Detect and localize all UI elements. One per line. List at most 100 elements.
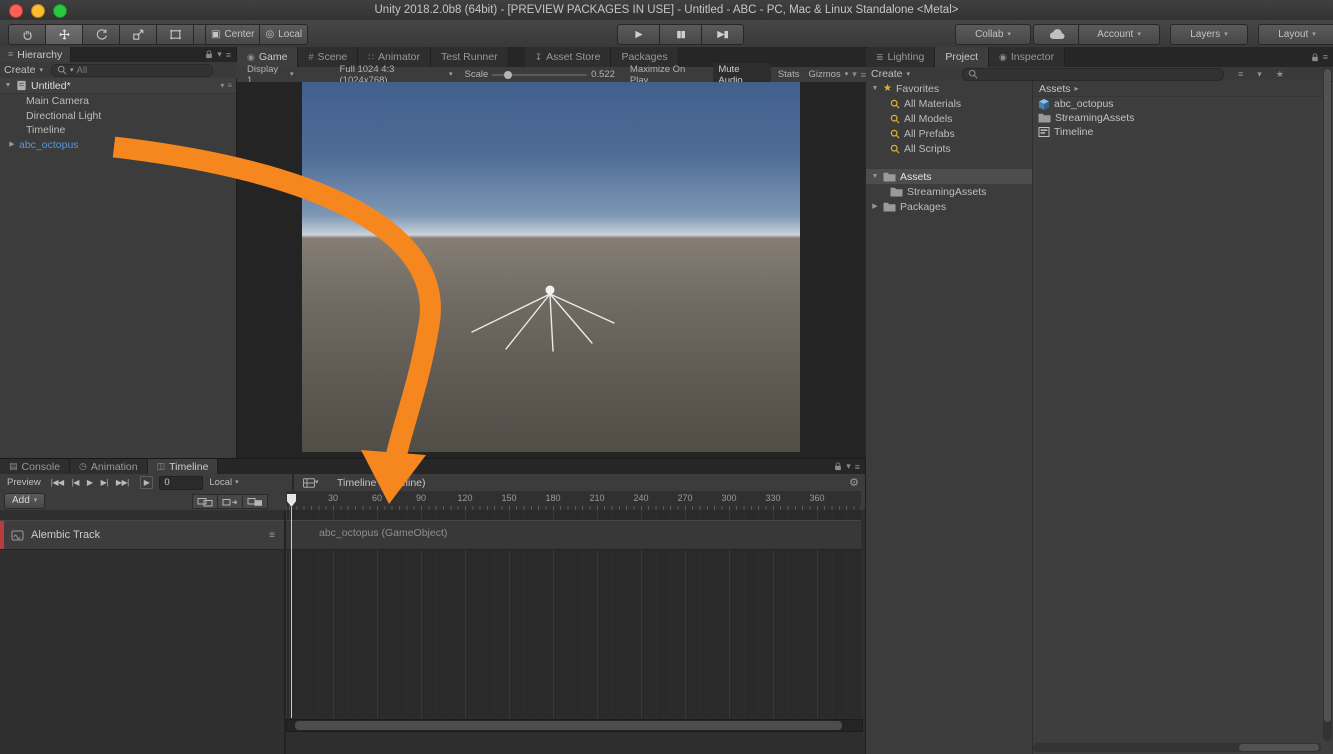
hierarchy-item-directional-light[interactable]: Directional Light bbox=[0, 109, 236, 124]
hierarchy-search-input[interactable]: ▾ All bbox=[51, 64, 213, 77]
add-track-button[interactable]: Add ▾ bbox=[4, 493, 45, 509]
project-search-input[interactable] bbox=[962, 68, 1224, 81]
tab-lighting[interactable]: ≣Lighting bbox=[866, 47, 935, 67]
timeline-ruler[interactable]: 30 60 90 120 150 180 210 240 270 300 330… bbox=[286, 491, 861, 511]
step-button[interactable]: ▶▮ bbox=[701, 24, 744, 45]
space-toggle-button[interactable]: ◎ Local bbox=[259, 24, 308, 45]
gizmos-dropdown[interactable]: Gizmos▾ bbox=[804, 69, 852, 80]
favorite-all-scripts[interactable]: All Scripts bbox=[866, 141, 1032, 156]
ruler-label: 90 bbox=[416, 493, 426, 503]
favorite-all-prefabs[interactable]: All Prefabs bbox=[866, 126, 1032, 141]
scale-tool-button[interactable] bbox=[119, 24, 157, 45]
pivot-toggle-button[interactable]: ▣ Center bbox=[205, 24, 260, 45]
cloud-button[interactable] bbox=[1033, 24, 1083, 45]
timeline-horizontal-scrollbar[interactable] bbox=[286, 719, 863, 732]
assets-folder-row[interactable]: ▼ Assets bbox=[866, 169, 1032, 184]
goto-start-button[interactable]: |◀◀ bbox=[48, 476, 67, 489]
layout-dropdown[interactable]: Layout▾ bbox=[1258, 24, 1333, 45]
pause-button[interactable]: ▮▮ bbox=[659, 24, 702, 45]
project-vertical-scrollbar[interactable] bbox=[1323, 68, 1332, 741]
search-by-label-icon[interactable]: ▾ bbox=[1257, 69, 1262, 80]
layers-dropdown[interactable]: Layers▾ bbox=[1170, 24, 1248, 45]
move-tool-button[interactable] bbox=[45, 24, 83, 45]
search-by-type-icon[interactable]: ≡ bbox=[1238, 69, 1243, 79]
lock-icon[interactable] bbox=[1311, 53, 1319, 62]
game-toolbar: Display 1▾ Full 1024 4:3 (1024x768)▾ Sca… bbox=[237, 67, 877, 83]
rect-tool-button[interactable] bbox=[156, 24, 194, 45]
project-horizontal-scrollbar[interactable] bbox=[1033, 743, 1321, 752]
tab-asset-store[interactable]: ↧Asset Store bbox=[525, 47, 612, 67]
tab-console[interactable]: ▤Console bbox=[0, 459, 70, 474]
timeline-breadcrumb-icon-button[interactable]: ▾ bbox=[300, 476, 321, 489]
panel-caret-icon[interactable]: ▾ bbox=[846, 461, 851, 472]
playhead[interactable] bbox=[291, 507, 292, 718]
scrollbar-thumb[interactable] bbox=[1324, 69, 1331, 722]
stats-button[interactable]: Stats bbox=[773, 68, 805, 81]
tab-hierarchy[interactable]: ≡ Hierarchy bbox=[0, 47, 71, 62]
foldout-open-icon[interactable]: ▼ bbox=[871, 173, 879, 180]
scrollbar-thumb[interactable] bbox=[1239, 744, 1319, 751]
panel-menu-icon[interactable]: ≡ bbox=[855, 462, 860, 472]
foldout-open-icon[interactable]: ▼ bbox=[871, 85, 879, 92]
chevron-down-icon: ▾ bbox=[907, 71, 911, 78]
frame-field[interactable]: 0 bbox=[159, 476, 203, 490]
hierarchy-item-main-camera[interactable]: Main Camera bbox=[0, 94, 236, 109]
play-range-toggle[interactable]: ▶ bbox=[140, 476, 154, 489]
timeline-settings-button[interactable]: ⚙ bbox=[849, 476, 859, 489]
alembic-track-row[interactable]: Alembic Track ≡ bbox=[0, 520, 284, 550]
foldout-open-icon[interactable]: ▼ bbox=[4, 82, 12, 89]
hierarchy-icon: ≡ bbox=[8, 50, 13, 59]
panel-menu-icon[interactable]: ≡ bbox=[1323, 52, 1328, 62]
favorites-foldout[interactable]: ▼ ★ Favorites bbox=[866, 81, 1032, 96]
asset-item-timeline[interactable]: Timeline bbox=[1033, 125, 1323, 139]
mix-mode-button[interactable] bbox=[192, 494, 218, 509]
hand-tool-button[interactable] bbox=[8, 24, 46, 45]
timeline-canvas[interactable]: abc_octopus (GameObject) bbox=[286, 510, 861, 718]
goto-end-icon: ▶▶| bbox=[116, 479, 129, 487]
breadcrumb[interactable]: Assets ▸ bbox=[1033, 81, 1323, 97]
project-create-button[interactable]: Create ▾ bbox=[871, 68, 910, 80]
account-dropdown[interactable]: Account▾ bbox=[1078, 24, 1160, 45]
panel-menu-icon[interactable]: ≡ bbox=[226, 50, 231, 60]
play-button[interactable]: ▶ bbox=[617, 24, 660, 45]
ref-space-dropdown[interactable]: Local ▾ bbox=[209, 477, 238, 488]
hierarchy-create-button[interactable]: Create ▾ bbox=[4, 64, 43, 76]
rotate-tool-button[interactable] bbox=[82, 24, 120, 45]
asset-item-streamingassets[interactable]: StreamingAssets bbox=[1033, 111, 1323, 125]
previous-frame-button[interactable]: |◀ bbox=[69, 476, 82, 489]
packages-folder-row[interactable]: ▶ Packages bbox=[866, 199, 1032, 214]
ripple-mode-button[interactable] bbox=[217, 494, 243, 509]
tab-project[interactable]: Project bbox=[935, 47, 989, 67]
streamingassets-folder-row[interactable]: StreamingAssets bbox=[866, 184, 1032, 199]
foldout-closed-icon[interactable]: ▶ bbox=[871, 203, 879, 210]
hierarchy-scene-row[interactable]: ▼ Untitled* ▾ ≡ bbox=[0, 78, 236, 94]
hierarchy-item-abc-octopus[interactable]: ▶ abc_octopus bbox=[0, 138, 236, 153]
scene-menu[interactable]: ▾ ≡ bbox=[220, 81, 232, 90]
lock-icon[interactable] bbox=[205, 50, 213, 59]
scrollbar-thumb[interactable] bbox=[295, 721, 842, 730]
play-timeline-button[interactable]: ▶ bbox=[84, 476, 96, 489]
tab-animation[interactable]: ◷Animation bbox=[70, 459, 148, 474]
zoom-window-button[interactable] bbox=[53, 4, 67, 18]
goto-end-button[interactable]: ▶▶| bbox=[113, 476, 132, 489]
favorites-star-icon[interactable]: ★ bbox=[1276, 69, 1284, 80]
scale-slider-knob[interactable] bbox=[504, 71, 512, 79]
tab-inspector[interactable]: ◉Inspector bbox=[989, 47, 1065, 67]
preview-toggle-button[interactable]: Preview bbox=[4, 476, 44, 489]
track-band[interactable]: abc_octopus (GameObject) bbox=[286, 520, 861, 550]
hierarchy-item-timeline[interactable]: Timeline bbox=[0, 123, 236, 138]
minimize-window-button[interactable] bbox=[31, 4, 45, 18]
favorite-all-models[interactable]: All Models bbox=[866, 111, 1032, 126]
asset-item-abc-octopus[interactable]: abc_octopus bbox=[1033, 97, 1323, 111]
favorite-all-materials[interactable]: All Materials bbox=[866, 96, 1032, 111]
foldout-closed-icon[interactable]: ▶ bbox=[8, 141, 16, 148]
tab-timeline[interactable]: ◫Timeline bbox=[148, 459, 219, 474]
replace-mode-button[interactable] bbox=[242, 494, 268, 509]
next-frame-button[interactable]: ▶| bbox=[98, 476, 111, 489]
scale-slider[interactable] bbox=[492, 70, 587, 80]
panel-caret-icon[interactable]: ▾ bbox=[217, 49, 222, 60]
close-window-button[interactable] bbox=[9, 4, 23, 18]
track-menu-icon[interactable]: ≡ bbox=[269, 530, 275, 541]
lock-icon[interactable] bbox=[834, 462, 842, 471]
collab-dropdown[interactable]: Collab▾ bbox=[955, 24, 1031, 45]
